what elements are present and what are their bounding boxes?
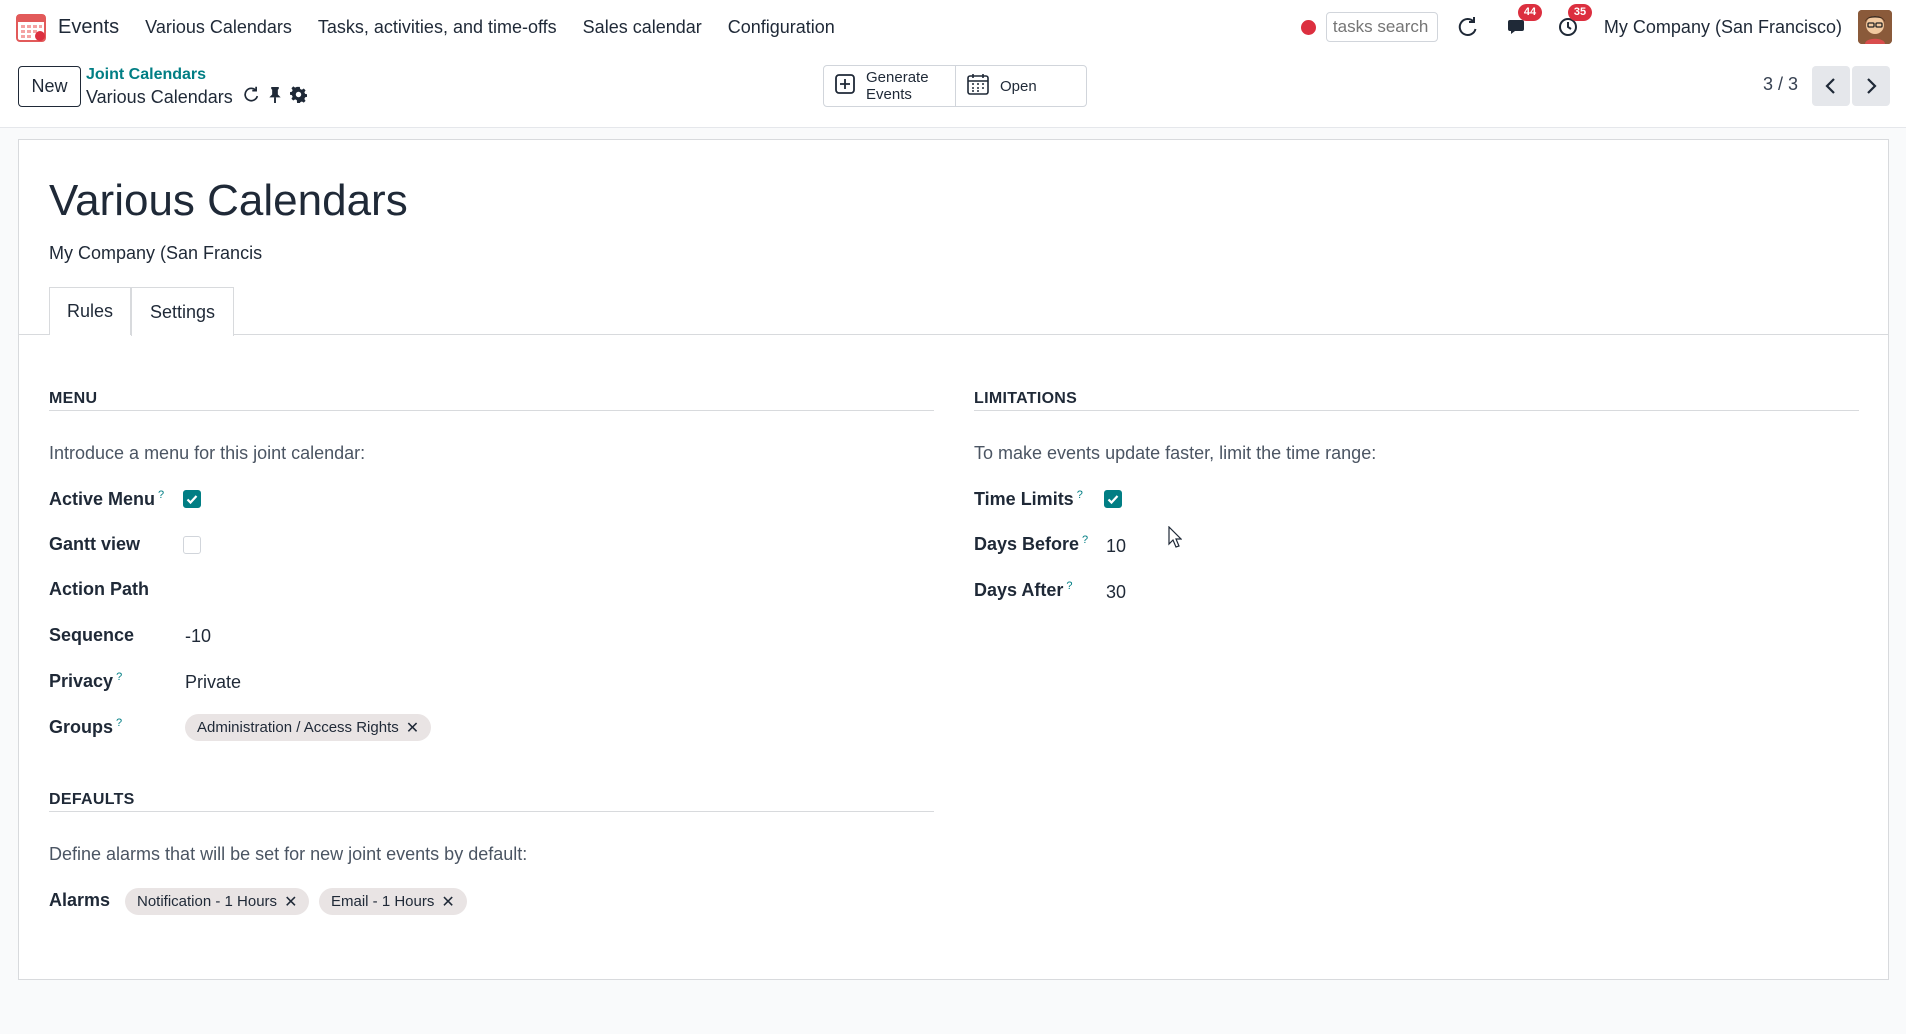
pager-next-button[interactable]	[1852, 66, 1890, 106]
help-tooltip[interactable]: ?	[1082, 534, 1088, 546]
defaults-section-divider	[49, 811, 934, 812]
calendar-icon	[966, 72, 990, 100]
alarm-tag: Notification - 1 Hours ✕	[125, 888, 310, 915]
plus-square-icon	[834, 73, 856, 99]
tab-rules[interactable]: Rules	[49, 287, 131, 335]
mouse-cursor-icon	[1168, 525, 1183, 553]
pin-icon[interactable]	[268, 86, 282, 108]
remove-tag-icon[interactable]: ✕	[284, 892, 297, 912]
time-limits-checkbox[interactable]	[1104, 490, 1122, 508]
groups-label: Groups?	[49, 717, 122, 738]
help-tooltip[interactable]: ?	[1077, 489, 1083, 501]
sequence-field[interactable]: -10	[185, 626, 211, 647]
menu-sales-calendar[interactable]: Sales calendar	[583, 17, 702, 38]
tasks-search-input[interactable]	[1325, 12, 1438, 42]
time-limits-label-text: Time Limits	[974, 489, 1074, 509]
help-tooltip[interactable]: ?	[1066, 580, 1072, 592]
record-title[interactable]: Various Calendars	[49, 176, 408, 226]
privacy-field[interactable]: Private	[185, 672, 241, 693]
gantt-view-checkbox[interactable]	[183, 536, 201, 554]
new-button[interactable]: New	[18, 66, 81, 107]
check-icon	[186, 495, 198, 505]
remove-tag-icon[interactable]: ✕	[441, 892, 454, 912]
generate-label-line2: Events	[866, 86, 912, 103]
days-before-label: Days Before?	[974, 534, 1088, 555]
active-menu-checkbox[interactable]	[183, 490, 201, 508]
chat-icon[interactable]: 44	[1504, 4, 1543, 41]
active-menu-label: Active Menu?	[49, 489, 164, 510]
pager-value[interactable]: 3 / 3	[1763, 74, 1798, 95]
menu-configuration[interactable]: Configuration	[728, 17, 835, 38]
help-tooltip[interactable]: ?	[116, 717, 122, 729]
record-dot-icon[interactable]	[1300, 19, 1316, 35]
avatar[interactable]	[1858, 10, 1892, 44]
open-label: Open	[1000, 77, 1037, 95]
menu-section-divider	[49, 410, 934, 411]
chevron-left-icon	[1825, 78, 1835, 94]
days-after-label-text: Days After	[974, 580, 1064, 600]
chevron-right-icon	[1867, 78, 1877, 94]
limitations-section-title: LIMITATIONS	[974, 390, 1078, 407]
privacy-label: Privacy?	[49, 671, 122, 692]
days-after-field[interactable]: 30	[1106, 582, 1126, 603]
activities-badge: 35	[1567, 4, 1593, 21]
menu-section-title: MENU	[49, 390, 98, 407]
help-tooltip[interactable]: ?	[158, 489, 164, 501]
generate-label-line1: Generate	[866, 69, 929, 86]
breadcrumb-current: Various Calendars	[86, 86, 233, 107]
breadcrumb-parent[interactable]: Joint Calendars	[86, 66, 206, 84]
group-tag: Administration / Access Rights ✕	[185, 714, 432, 741]
generate-events-label: Generate Events	[866, 69, 929, 103]
menu-help-text: Introduce a menu for this joint calendar…	[49, 443, 366, 463]
limitations-section-divider	[974, 410, 1859, 411]
app-name[interactable]: Events	[58, 16, 119, 39]
action-path-label: Action Path	[49, 579, 150, 599]
days-before-label-text: Days Before	[974, 534, 1080, 554]
defaults-help-text: Define alarms that will be set for new j…	[49, 844, 528, 864]
form-sheet: Various Calendars My Company (San Franci…	[18, 139, 1889, 980]
limitations-help-text: To make events update faster, limit the …	[974, 443, 1377, 463]
clock-icon[interactable]: 35	[1554, 4, 1593, 41]
gear-icon[interactable]	[289, 86, 308, 108]
remove-tag-icon[interactable]: ✕	[406, 718, 419, 738]
days-before-field[interactable]: 10	[1106, 536, 1126, 557]
check-icon	[1107, 495, 1119, 505]
help-tooltip[interactable]: ?	[116, 671, 122, 683]
refresh-icon[interactable]	[1454, 13, 1482, 41]
record-company[interactable]: My Company (San Francis	[49, 243, 262, 264]
alarm-tag: Email - 1 Hours ✕	[319, 888, 467, 915]
pager-previous-button[interactable]	[1812, 66, 1850, 106]
time-limits-label: Time Limits?	[974, 489, 1083, 510]
group-tag-label: Administration / Access Rights	[197, 719, 399, 736]
calendar-app-icon[interactable]	[14, 10, 48, 44]
messages-badge: 44	[1517, 4, 1543, 21]
top-navbar: Events Various Calendars Tasks, activiti…	[0, 0, 1906, 54]
defaults-section-title: DEFAULTS	[49, 791, 135, 808]
gantt-view-label: Gantt view	[49, 534, 141, 554]
action-buttons: Generate Events Open	[823, 65, 1087, 107]
menu-tasks-activities[interactable]: Tasks, activities, and time-offs	[318, 17, 557, 38]
groups-label-text: Groups	[49, 717, 114, 737]
tab-settings[interactable]: Settings	[131, 287, 234, 336]
active-menu-label-text: Active Menu	[49, 489, 156, 509]
breadcrumb: Various Calendars	[86, 86, 308, 108]
alarm-tag-label: Email - 1 Hours	[331, 893, 435, 910]
sync-icon[interactable]	[243, 86, 260, 108]
sequence-label: Sequence	[49, 625, 135, 645]
alarm-tag-label: Notification - 1 Hours	[137, 893, 278, 910]
alarms-label: Alarms	[49, 890, 111, 910]
navbar-systray: 44 35 My Company (San Francisco)	[1300, 4, 1892, 44]
notebook-tabs: Rules Settings	[19, 287, 1888, 336]
company-switcher[interactable]: My Company (San Francisco)	[1604, 17, 1842, 38]
generate-events-button[interactable]: Generate Events	[824, 66, 955, 106]
control-panel: New Joint Calendars Various Calendars Ge…	[0, 54, 1906, 128]
menu-various-calendars[interactable]: Various Calendars	[145, 17, 292, 38]
days-after-label: Days After?	[974, 580, 1073, 601]
privacy-label-text: Privacy	[49, 671, 114, 691]
open-calendar-button[interactable]: Open	[955, 66, 1086, 106]
